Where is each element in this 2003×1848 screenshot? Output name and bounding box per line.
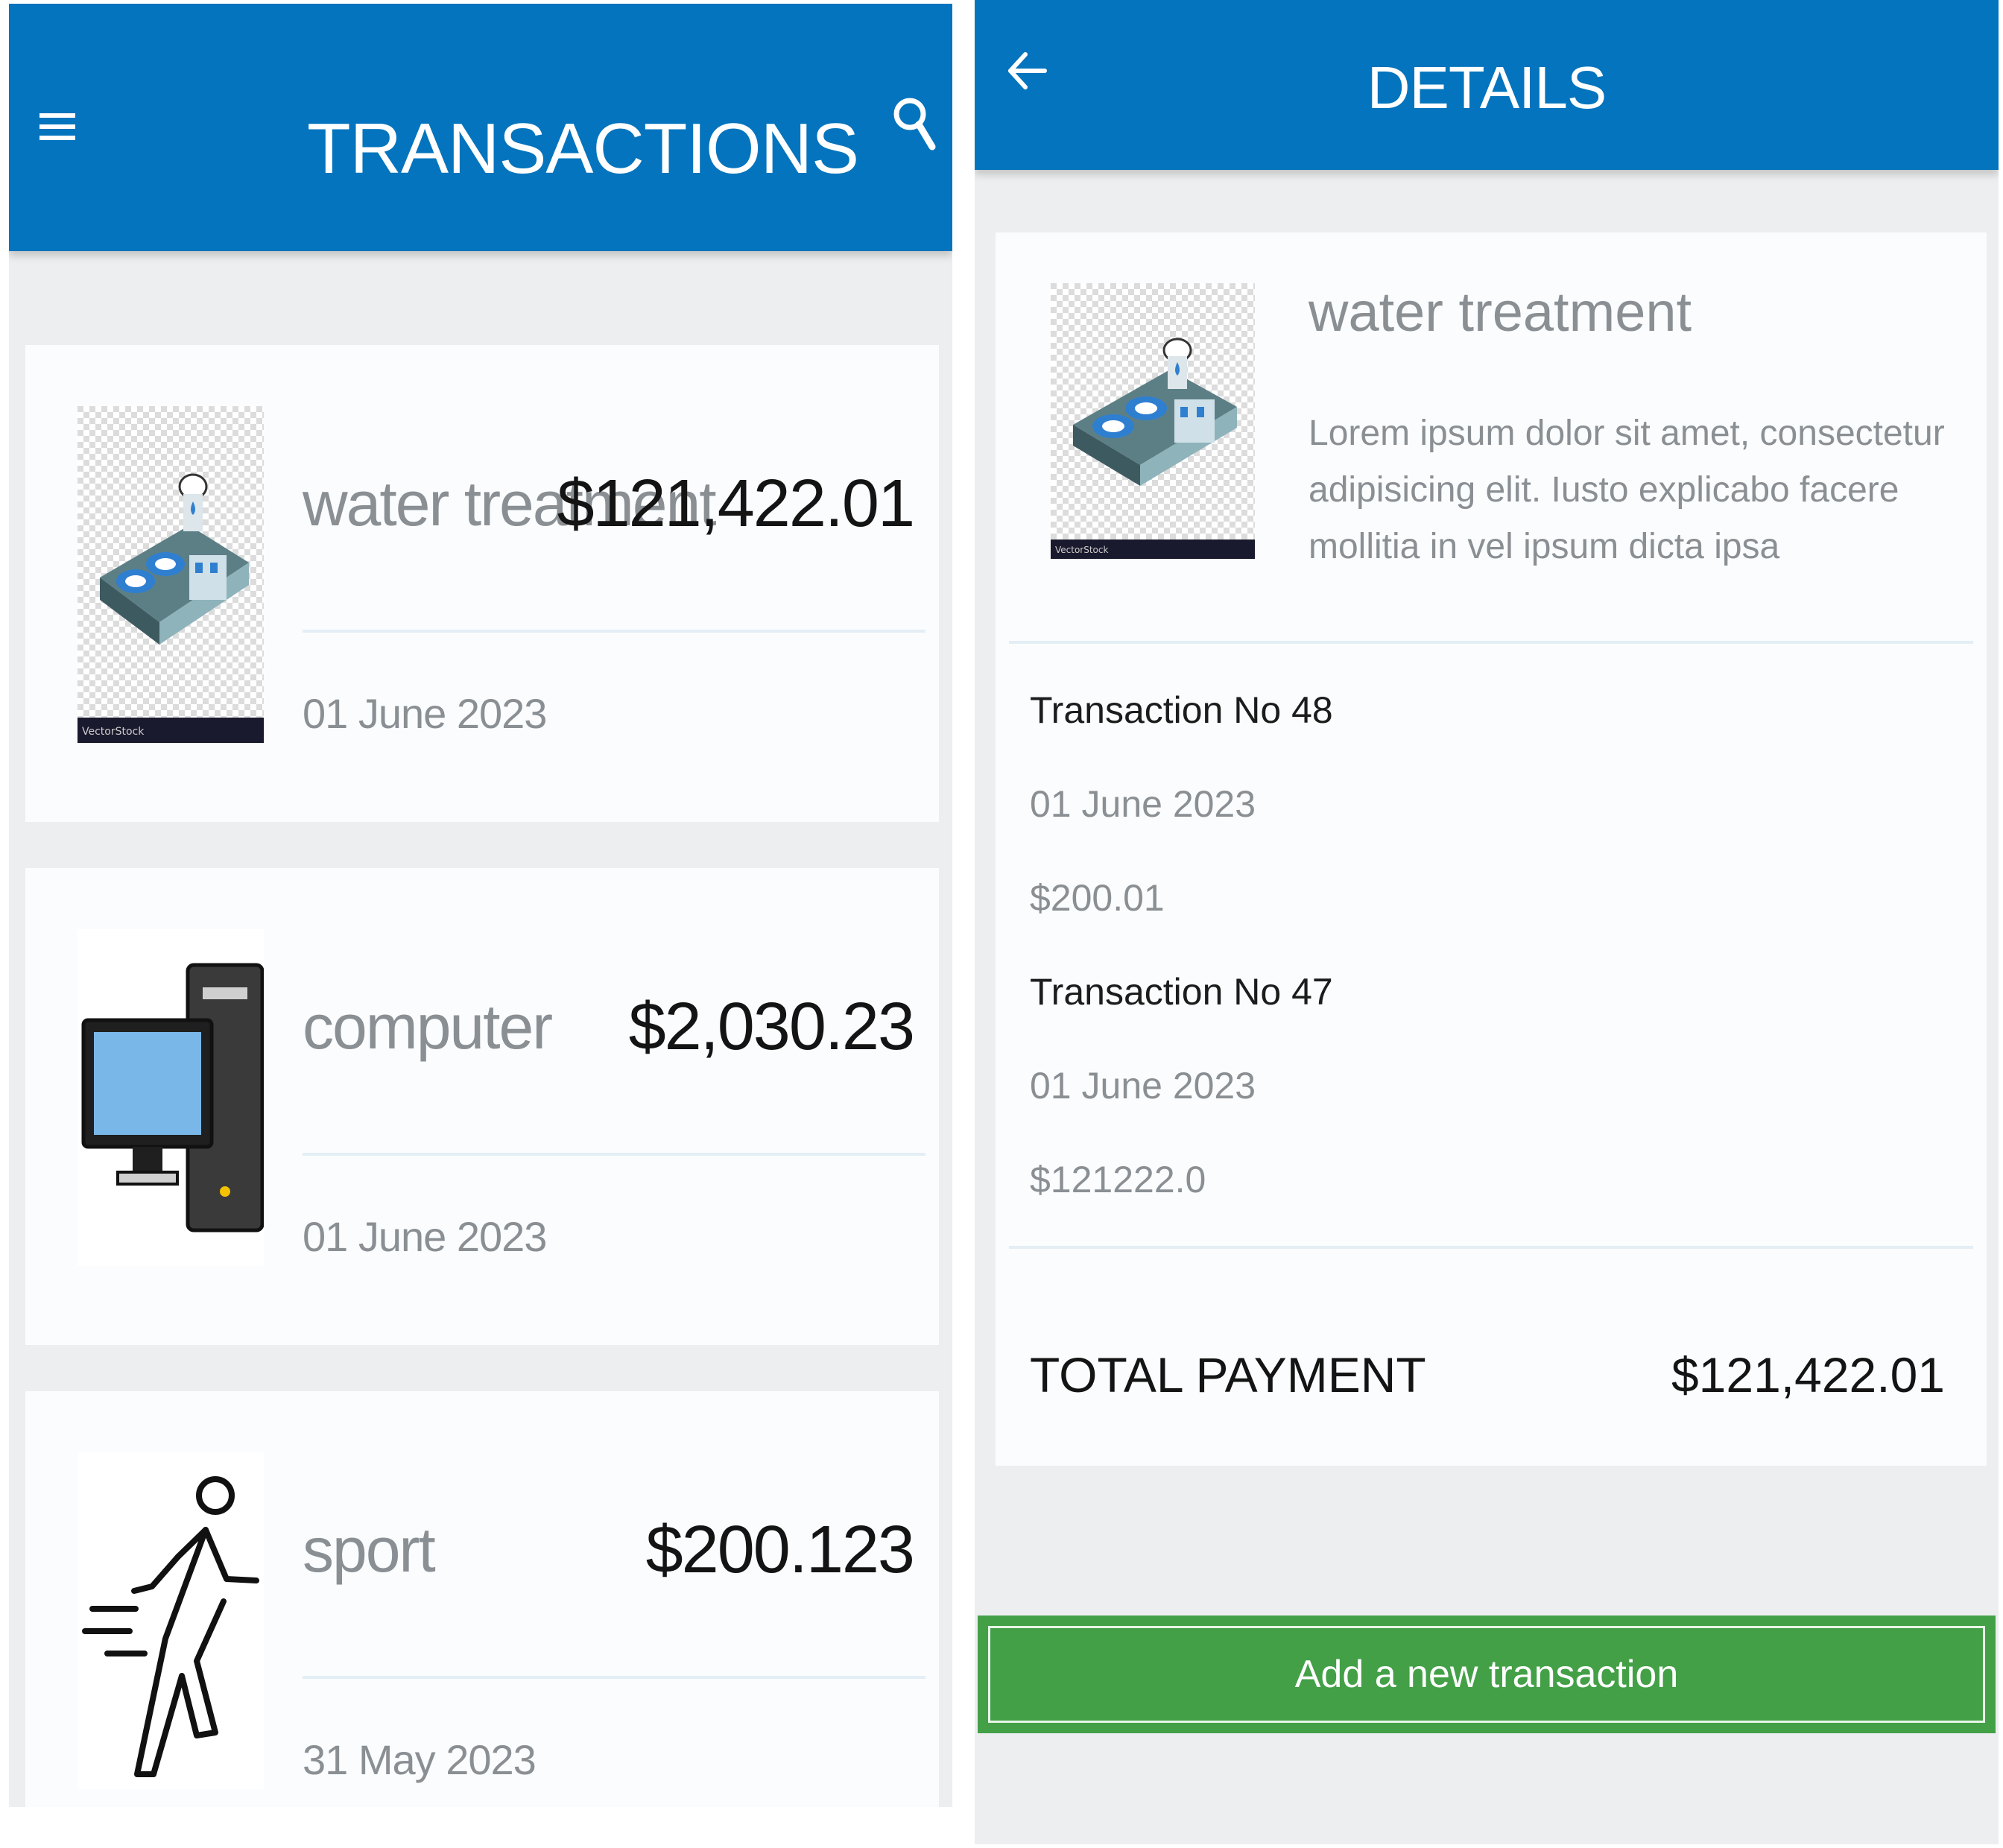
water-treatment-plant-icon: VectorStock (1051, 283, 1255, 559)
search-button[interactable] (881, 86, 948, 160)
hamburger-menu-icon (39, 113, 75, 140)
transaction-amount: $200.01 (1030, 877, 1165, 919)
divider (1009, 1246, 1973, 1249)
transaction-name: sport (303, 1515, 436, 1585)
add-transaction-label: Add a new transaction (988, 1626, 1985, 1723)
transaction-card[interactable]: computer $2,030.23 01 June 2023 (25, 868, 939, 1345)
transaction-date: 31 May 2023 (303, 1736, 537, 1783)
transaction-amount: $200.123 (645, 1513, 915, 1587)
transaction-date: 01 June 2023 (303, 690, 547, 737)
total-payment-value: $121,422.01 (1671, 1347, 1945, 1402)
page-title: DETAILS (1367, 54, 1607, 121)
page-title: TRANSACTIONS (307, 109, 859, 189)
total-payment-label: TOTAL PAYMENT (1030, 1347, 1426, 1402)
transaction-amount: $2,030.23 (628, 990, 915, 1064)
transaction-amount: $121,422.01 (557, 466, 915, 541)
add-transaction-button[interactable]: Add a new transaction (978, 1616, 1996, 1733)
details-app-bar: DETAILS (975, 0, 1999, 170)
detail-description: Lorem ipsum dolor sit amet, consectetur … (1309, 414, 1945, 566)
transaction-name: computer (303, 992, 553, 1062)
transaction-card[interactable]: VectorStock water treatment $121,422.01 … (25, 345, 939, 822)
details-screen: DETAILS VectorStock water treatment Lore… (975, 0, 1999, 1844)
details-card: VectorStock water treatment Lorem ipsum … (996, 232, 1987, 1466)
transaction-card[interactable]: sport $200.123 31 May 2023 (25, 1391, 939, 1807)
transactions-app-bar: TRANSACTIONS (9, 4, 952, 251)
transaction-number: Transaction No 47 (1030, 971, 1333, 1013)
transaction-number: Transaction No 48 (1030, 689, 1333, 731)
desktop-computer-icon (77, 929, 264, 1266)
svg-text:VectorStock: VectorStock (82, 726, 145, 738)
svg-text:VectorStock: VectorStock (1055, 545, 1109, 555)
divider (1009, 641, 1973, 644)
running-person-icon (77, 1452, 264, 1789)
search-icon (893, 98, 936, 151)
menu-button[interactable] (24, 93, 91, 160)
divider (303, 1153, 925, 1156)
divider (303, 630, 925, 633)
transactions-screen: TRANSACTIONS VectorStock water treatment… (9, 4, 952, 1807)
transaction-date: 01 June 2023 (1030, 1065, 1256, 1107)
detail-title: water treatment (1309, 281, 1692, 343)
transaction-amount: $121222.0 (1030, 1159, 1206, 1200)
divider (303, 1676, 925, 1679)
transaction-date: 01 June 2023 (303, 1213, 547, 1260)
water-treatment-plant-icon: VectorStock (77, 406, 264, 743)
transaction-date: 01 June 2023 (1030, 783, 1256, 825)
